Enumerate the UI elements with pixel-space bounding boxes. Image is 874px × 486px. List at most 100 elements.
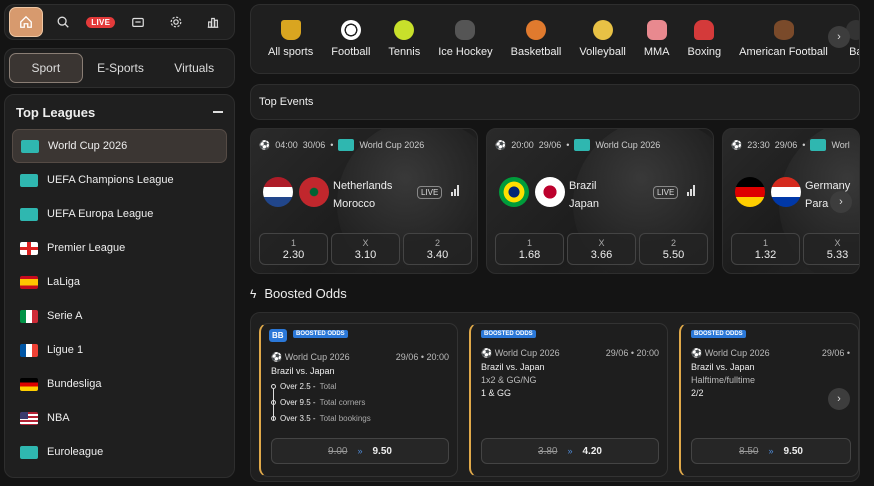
boosted-card[interactable]: BOOSTED ODDS ⚽ World Cup 2026 29/06 • 20… — [469, 323, 668, 477]
sport-mma[interactable]: MMA — [635, 20, 679, 58]
event-card[interactable]: ⚽ 04:00 30/06 • World Cup 2026 Netherland… — [250, 128, 478, 274]
football-icon — [340, 20, 361, 40]
league-item-nba[interactable]: NBA — [12, 401, 227, 435]
top-nav: LIVE — [4, 4, 235, 40]
boosted-market: Halftime/fulltime — [691, 375, 756, 385]
top-leagues-panel: Top Leagues World Cup 2026 UEFA Champion… — [4, 94, 235, 478]
boosted-odds-title: Boosted Odds — [264, 286, 347, 301]
boosted-price-button[interactable]: 3.80 » 4.20 — [481, 438, 659, 464]
event-teams: Brazil Japan — [569, 180, 599, 210]
usa-flag-icon — [20, 411, 38, 425]
lightning-icon: ϟ — [250, 286, 257, 301]
league-item-ligue-1[interactable]: Ligue 1 — [12, 333, 227, 367]
odd-button-1[interactable]: 1 1.68 — [495, 233, 564, 265]
leg-item: Over 9.5 - Total corners — [271, 398, 365, 407]
settings-button[interactable] — [159, 7, 193, 37]
events-next-arrow[interactable]: › — [830, 191, 852, 213]
football-icon: ⚽ — [731, 139, 743, 150]
league-item-serie-a[interactable]: Serie A — [12, 299, 227, 333]
search-button[interactable] — [47, 7, 81, 37]
boosted-selection: 1 & GG — [481, 388, 512, 398]
basketball-icon — [525, 20, 546, 40]
tab-sport[interactable]: Sport — [9, 53, 83, 83]
home-button[interactable] — [9, 7, 43, 37]
new-odd: 9.50 — [372, 445, 392, 457]
league-label: NBA — [47, 412, 70, 424]
top-leagues-title: Top Leagues — [16, 104, 96, 120]
signal-icon — [687, 185, 695, 196]
league-item-world-cup[interactable]: World Cup 2026 — [12, 129, 227, 163]
top-leagues-header[interactable]: Top Leagues — [12, 101, 227, 123]
boosted-price-button[interactable]: 9.00 » 9.50 — [271, 438, 449, 464]
chevron-right-icon: » — [567, 446, 573, 456]
football-icon: ⚽ — [259, 139, 271, 150]
home-icon — [19, 15, 32, 28]
boosted-tag: BOOSTED ODDS — [691, 330, 746, 338]
league-item-champions-league[interactable]: UEFA Champions League — [12, 163, 227, 197]
sports-bar: All sports Football Tennis Ice Hockey Ba… — [250, 4, 860, 74]
ticket-icon — [132, 17, 145, 27]
boosted-selection: 2/2 — [691, 388, 704, 398]
top-events-title: Top Events — [259, 96, 314, 108]
league-item-laliga[interactable]: LaLiga — [12, 265, 227, 299]
odd-button-1[interactable]: 1 2.30 — [259, 233, 328, 265]
league-label: LaLiga — [47, 276, 81, 288]
app-root: LIVE Sport E-Sports Virtuals Top Leagues… — [0, 0, 874, 486]
sport-football[interactable]: Football — [322, 20, 379, 58]
boosted-meta: ⚽ World Cup 2026 29/06 • 20:00 — [481, 348, 659, 358]
odd-button-1[interactable]: 1 1.32 — [731, 233, 800, 265]
search-icon — [57, 16, 69, 28]
netherlands-flag-icon — [263, 177, 293, 207]
boosted-next-arrow[interactable]: › — [828, 388, 850, 410]
sport-basketball[interactable]: Basketball — [502, 20, 571, 58]
globe-icon — [338, 139, 355, 151]
sport-all[interactable]: All sports — [259, 20, 322, 58]
sport-tennis[interactable]: Tennis — [379, 20, 429, 58]
new-odd: 9.50 — [783, 445, 803, 457]
football-icon: ⚽ — [691, 348, 705, 358]
odds-row: 1 1.68 X 3.66 2 5.50 — [495, 233, 708, 265]
sport-boxing[interactable]: Boxing — [679, 20, 731, 58]
tab-virtuals[interactable]: Virtuals — [158, 53, 230, 83]
league-item-premier-league[interactable]: Premier League — [12, 231, 227, 265]
event-meta: ⚽ 20:00 29/06 • World Cup 2026 — [495, 139, 661, 151]
paraguay-flag-icon — [771, 177, 801, 207]
odd-button-2[interactable]: 2 3.40 — [403, 233, 472, 265]
stats-button[interactable] — [197, 7, 231, 37]
betslip-button[interactable] — [122, 7, 156, 37]
sport-american-football[interactable]: American Football — [730, 20, 837, 58]
live-button[interactable]: LIVE — [84, 7, 118, 37]
brazil-flag-icon — [499, 177, 529, 207]
product-tabs: Sport E-Sports Virtuals — [4, 48, 235, 88]
old-odd: 3.80 — [538, 445, 558, 457]
globe-icon — [810, 139, 827, 151]
boosted-price-button[interactable]: 8.50 » 9.50 — [691, 438, 851, 464]
odd-button-2[interactable]: 2 5.50 — [639, 233, 708, 265]
league-label: Bundesliga — [47, 378, 102, 390]
stats-icon — [208, 17, 219, 28]
football-icon: ⚽ — [481, 348, 495, 358]
germany-flag-icon — [20, 377, 38, 391]
live-badge: LIVE — [417, 186, 443, 199]
boosted-card[interactable]: BB BOOSTED ODDS ⚽ World Cup 2026 29/06 •… — [259, 323, 458, 477]
odds-row: 1 2.30 X 3.10 2 3.40 — [259, 233, 472, 265]
league-item-euroleague[interactable]: Euroleague — [12, 435, 227, 469]
sport-ice-hockey[interactable]: Ice Hockey — [429, 20, 501, 58]
old-odd: 9.00 — [328, 445, 348, 457]
league-label: Serie A — [47, 310, 83, 322]
germany-flag-icon — [735, 177, 765, 207]
sports-next-arrow[interactable]: › — [828, 26, 850, 48]
league-item-europa-league[interactable]: UEFA Europa League — [12, 197, 227, 231]
odd-button-x[interactable]: X 3.66 — [567, 233, 636, 265]
tab-esports[interactable]: E-Sports — [85, 53, 157, 83]
sport-volleyball[interactable]: Volleyball — [570, 20, 634, 58]
italy-flag-icon — [20, 309, 38, 323]
event-card[interactable]: ⚽ 20:00 29/06 • World Cup 2026 Brazil Jap… — [486, 128, 714, 274]
spain-flag-icon — [20, 275, 38, 289]
gear-icon — [170, 16, 182, 28]
odd-button-x[interactable]: X 5.33 — [803, 233, 859, 265]
odd-button-x[interactable]: X 3.10 — [331, 233, 400, 265]
collapse-icon[interactable] — [213, 111, 223, 113]
boosted-meta: ⚽ World Cup 2026 29/06 • — [691, 348, 850, 358]
league-item-bundesliga[interactable]: Bundesliga — [12, 367, 227, 401]
